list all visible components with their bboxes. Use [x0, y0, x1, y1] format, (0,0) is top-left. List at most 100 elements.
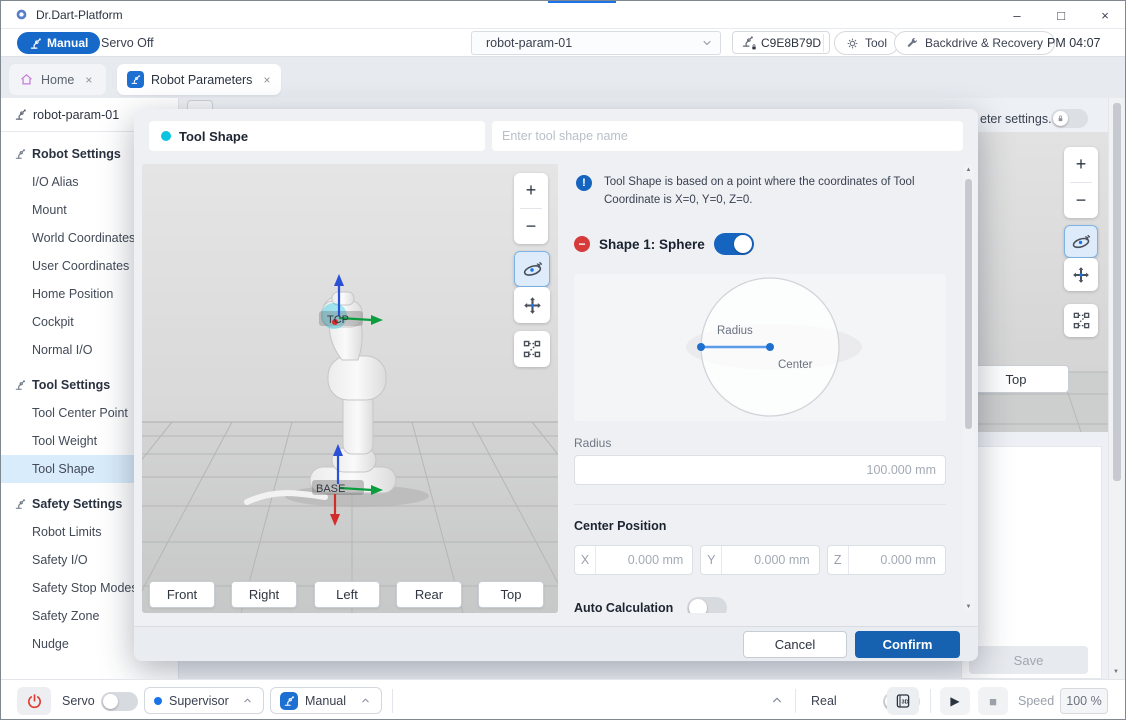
tool-settings-icon [14, 379, 26, 391]
backdrive-recovery-label: Backdrive & Recovery [925, 36, 1043, 50]
background-zoom-controls: + − [1064, 147, 1098, 218]
tcp-label: TCP [327, 314, 349, 326]
orbit-tool-button[interactable] [1064, 225, 1098, 258]
tool-button[interactable]: Tool [834, 31, 899, 55]
close-button[interactable]: × [1083, 1, 1126, 29]
pan-tool-button[interactable] [1064, 258, 1098, 291]
auto-calculation-toggle[interactable] [687, 597, 727, 613]
title-bar: Dr.Dart-Platform – □ × [1, 1, 1126, 29]
info-icon: ! [576, 175, 592, 191]
measure-tool-button[interactable] [1064, 304, 1098, 337]
tab-bar: Home × Robot Parameters × [1, 57, 1126, 98]
radius-field [574, 455, 946, 485]
toolbar-divider [823, 34, 824, 52]
shape-label: Shape 1: Sphere [599, 237, 705, 252]
shape-settings-panel: ! Tool Shape is based on a point where t… [566, 164, 946, 613]
center-y-input[interactable] [722, 546, 818, 574]
center-x-input[interactable] [596, 546, 692, 574]
pan-tool-button[interactable] [514, 287, 550, 323]
orbit-tool-button[interactable] [514, 251, 550, 287]
dialog-footer: Cancel Confirm [134, 626, 978, 661]
backdrive-recovery-button[interactable]: Backdrive & Recovery [894, 31, 1055, 55]
window-scrollbar[interactable]: ▼ [1108, 98, 1123, 679]
tab-home-close-icon[interactable]: × [85, 73, 92, 87]
parameter-settings-lock-toggle[interactable] [1051, 109, 1088, 128]
dock-collapse-button[interactable] [769, 692, 785, 708]
tab-robot-parameters-close-icon[interactable]: × [263, 73, 270, 87]
orbit-icon [1070, 231, 1092, 253]
maximize-button[interactable]: □ [1039, 1, 1083, 29]
cancel-button[interactable]: Cancel [743, 631, 847, 658]
home-icon [19, 72, 34, 87]
app-logo-icon [15, 8, 28, 21]
scroll-down-icon[interactable]: ▼ [1109, 669, 1123, 675]
background-top-view-button[interactable]: Top [963, 365, 1069, 393]
zoom-out-button[interactable]: − [1064, 183, 1098, 218]
titlebar-accent-fragment [548, 1, 616, 3]
mode-dropdown[interactable]: Manual [270, 687, 382, 714]
center-z-input[interactable] [849, 546, 945, 574]
panel-scrollbar[interactable]: ▲ ▼ [963, 164, 974, 613]
save-button[interactable]: Save [969, 646, 1088, 674]
safety-settings-icon [14, 498, 26, 510]
confirm-button[interactable]: Confirm [855, 631, 960, 658]
speed-value-box[interactable]: 100 % [1060, 688, 1108, 714]
minimize-button[interactable]: – [995, 1, 1039, 29]
view-top-button[interactable]: Top [478, 581, 544, 608]
window-title: Dr.Dart-Platform [36, 8, 123, 22]
zoom-in-button[interactable]: + [1064, 147, 1098, 182]
robot-serial-chip[interactable]: C9E8B79D [732, 31, 830, 54]
tool-shape-dialog: Tool Shape [134, 109, 978, 661]
remove-shape-icon[interactable]: − [574, 236, 590, 252]
save-button-label: Save [1014, 653, 1044, 668]
auto-calculation-label: Auto Calculation [574, 601, 673, 613]
role-dropdown[interactable]: Supervisor [144, 687, 264, 714]
pan-icon [1071, 265, 1091, 285]
measure-icon [1072, 311, 1091, 330]
zoom-in-button[interactable]: + [514, 173, 548, 208]
3d-viewer-icon: 3D [894, 692, 912, 710]
tab-home-label: Home [41, 73, 74, 87]
clock-label: PM 04:07 [1047, 36, 1101, 50]
background-panel [961, 446, 1102, 679]
lock-icon [1053, 111, 1068, 126]
simulator-3d-button[interactable]: 3D [887, 687, 919, 715]
view-right-button[interactable]: Right [231, 581, 297, 608]
mode-dropdown-value: Manual [305, 694, 352, 708]
robot-3d-viewport[interactable]: TCP BASE + − [142, 164, 558, 613]
stop-button[interactable]: ■ [978, 687, 1008, 715]
servo-status-label: Servo Off [101, 36, 154, 50]
power-button[interactable] [17, 687, 51, 715]
radius-input[interactable] [575, 456, 945, 484]
scroll-down-icon[interactable]: ▼ [963, 604, 974, 610]
measure-tool-button[interactable] [514, 331, 550, 367]
view-rear-button[interactable]: Rear [396, 581, 462, 608]
tool-button-label: Tool [865, 36, 887, 50]
play-button[interactable]: ▶ [940, 687, 970, 715]
tab-robot-parameters[interactable]: Robot Parameters × [117, 64, 281, 95]
tool-shape-name-input[interactable] [492, 121, 963, 151]
status-bar: Servo Supervisor Manual [1, 679, 1126, 720]
auto-calculation-row: Auto Calculation [574, 597, 727, 613]
shape-enabled-toggle[interactable] [714, 233, 754, 255]
base-label: BASE [316, 483, 345, 495]
background-top-view-label: Top [1006, 372, 1027, 387]
tab-robot-parameters-label: Robot Parameters [151, 73, 252, 87]
background-partial-button [187, 100, 213, 109]
servo-toggle[interactable] [101, 692, 138, 711]
sphere-diagram: Radius Center [574, 274, 946, 421]
svg-text:3D: 3D [902, 699, 909, 705]
mode-manual-button[interactable]: Manual [17, 32, 100, 54]
diagram-radius-label: Radius [717, 325, 753, 337]
preset-dropdown-value: robot-param-01 [472, 36, 700, 50]
servo-label: Servo [62, 694, 95, 708]
view-front-button[interactable]: Front [149, 581, 215, 608]
view-left-button[interactable]: Left [314, 581, 380, 608]
tab-home[interactable]: Home × [9, 64, 106, 95]
mode-manual-label: Manual [47, 36, 88, 50]
role-status-dot [154, 697, 162, 705]
center-z-field: Z [827, 545, 946, 575]
zoom-out-button[interactable]: − [514, 209, 548, 244]
scroll-up-icon[interactable]: ▲ [963, 167, 974, 173]
preset-dropdown[interactable]: robot-param-01 [471, 31, 721, 55]
